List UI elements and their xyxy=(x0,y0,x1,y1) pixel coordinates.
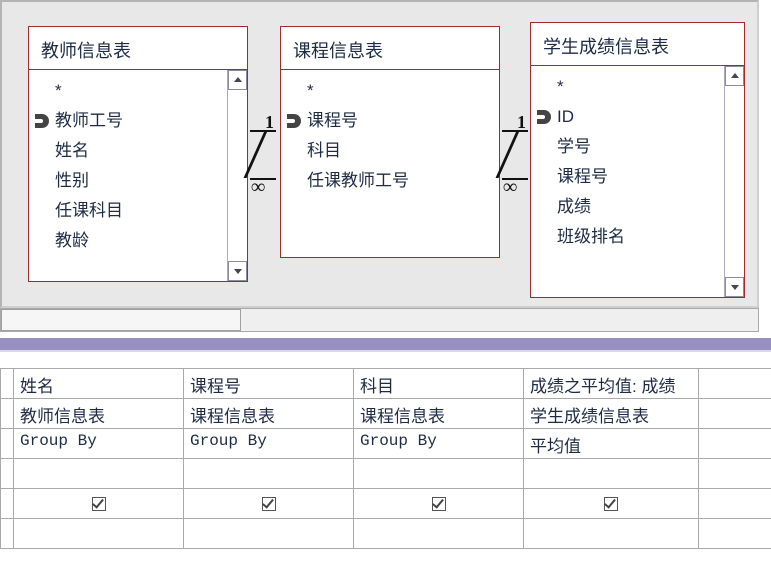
grid-cell-total[interactable]: Group By xyxy=(184,429,354,459)
show-checkbox[interactable] xyxy=(604,497,618,511)
relationship-link[interactable]: 1 ∞ xyxy=(250,114,276,194)
field[interactable]: ID xyxy=(557,102,726,132)
row-selector[interactable] xyxy=(0,399,14,429)
row-selector[interactable] xyxy=(0,369,14,399)
cardinality-many: ∞ xyxy=(502,178,528,194)
grid-cell-field[interactable]: 成绩之平均值: 成绩 xyxy=(524,369,699,399)
field[interactable]: 学号 xyxy=(557,132,726,162)
cardinality-one: 1 xyxy=(250,114,276,132)
show-checkbox[interactable] xyxy=(92,497,106,511)
row-selector[interactable] xyxy=(0,489,14,519)
row-selector[interactable] xyxy=(0,459,14,489)
show-checkbox[interactable] xyxy=(262,497,276,511)
grid-cell-field[interactable]: 课程号 xyxy=(184,369,354,399)
show-checkbox[interactable] xyxy=(432,497,446,511)
relationship-pane: 教师信息表 * 教师工号 姓名 性别 任课科目 教龄 课程信息表 xyxy=(0,0,759,308)
grid-cell-sort[interactable] xyxy=(524,459,699,489)
grid-cell-criteria[interactable] xyxy=(354,519,524,549)
grid-cell-total[interactable]: Group By xyxy=(354,429,524,459)
grid-cell[interactable] xyxy=(699,429,771,459)
grid-cell-table[interactable]: 课程信息表 xyxy=(184,399,354,429)
grid-cell-table[interactable]: 教师信息表 xyxy=(14,399,184,429)
table-score[interactable]: 学生成绩信息表 * ID 学号 课程号 成绩 班级排名 xyxy=(530,22,745,298)
grid-row-field: 姓名 课程号 科目 成绩之平均值: 成绩 xyxy=(0,369,771,399)
field-list: * ID 学号 课程号 成绩 班级排名 xyxy=(557,72,726,252)
grid-cell-show[interactable] xyxy=(524,489,699,519)
field[interactable]: 教师工号 xyxy=(55,106,229,136)
table-title: 学生成绩信息表 xyxy=(531,23,744,66)
field-star[interactable]: * xyxy=(557,72,726,102)
grid-cell-field[interactable]: 姓名 xyxy=(14,369,184,399)
field[interactable]: 任课教师工号 xyxy=(307,166,481,196)
field-list: * 教师工号 姓名 性别 任课科目 教龄 xyxy=(55,76,229,256)
query-design-grid: 姓名 课程号 科目 成绩之平均值: 成绩 教师信息表 课程信息表 课程信息表 学… xyxy=(0,368,771,549)
pane-separator[interactable] xyxy=(0,338,771,352)
field[interactable]: 教龄 xyxy=(55,226,229,256)
scrollbar[interactable] xyxy=(724,66,744,297)
grid-cell-table[interactable]: 学生成绩信息表 xyxy=(524,399,699,429)
table-teacher[interactable]: 教师信息表 * 教师工号 姓名 性别 任课科目 教龄 xyxy=(28,26,248,282)
grid-cell-show[interactable] xyxy=(184,489,354,519)
grid-row-table: 教师信息表 课程信息表 课程信息表 学生成绩信息表 xyxy=(0,399,771,429)
field-star[interactable]: * xyxy=(55,76,229,106)
field[interactable]: 性别 xyxy=(55,166,229,196)
table-course[interactable]: 课程信息表 * 课程号 科目 任课教师工号 xyxy=(280,26,500,258)
field[interactable]: 课程号 xyxy=(557,162,726,192)
grid-cell-field[interactable]: 科目 xyxy=(354,369,524,399)
grid-cell[interactable] xyxy=(699,519,771,549)
table-title: 课程信息表 xyxy=(281,27,499,70)
grid-cell-criteria[interactable] xyxy=(524,519,699,549)
table-title: 教师信息表 xyxy=(29,27,247,70)
row-selector[interactable] xyxy=(0,429,14,459)
scroll-up-icon[interactable] xyxy=(228,70,247,90)
relationship-link[interactable]: 1 ∞ xyxy=(502,114,528,194)
grid-cell[interactable] xyxy=(699,459,771,489)
grid-cell-sort[interactable] xyxy=(14,459,184,489)
grid-cell-criteria[interactable] xyxy=(184,519,354,549)
field-list: * 课程号 科目 任课教师工号 xyxy=(307,76,481,196)
field[interactable]: 姓名 xyxy=(55,136,229,166)
scroll-down-icon[interactable] xyxy=(228,261,247,281)
horizontal-scrollbar[interactable] xyxy=(0,308,759,332)
grid-cell[interactable] xyxy=(699,369,771,399)
scroll-up-icon[interactable] xyxy=(725,66,744,86)
grid-cell[interactable] xyxy=(699,399,771,429)
cardinality-many: ∞ xyxy=(250,178,276,194)
scrollbar-thumb[interactable] xyxy=(1,309,241,331)
grid-cell-total[interactable]: 平均值 xyxy=(524,429,699,459)
row-selector[interactable] xyxy=(0,519,14,549)
grid-cell-sort[interactable] xyxy=(184,459,354,489)
link-line-icon xyxy=(506,132,526,178)
grid-cell-total[interactable]: Group By xyxy=(14,429,184,459)
grid-cell-show[interactable] xyxy=(354,489,524,519)
grid-cell-criteria[interactable] xyxy=(14,519,184,549)
grid-row-criteria xyxy=(0,519,771,549)
grid-row-total: Group By Group By Group By 平均值 xyxy=(0,429,771,459)
grid-row-show xyxy=(0,489,771,519)
grid-cell-table[interactable]: 课程信息表 xyxy=(354,399,524,429)
field[interactable]: 成绩 xyxy=(557,192,726,222)
field-star[interactable]: * xyxy=(307,76,481,106)
cardinality-one: 1 xyxy=(502,114,528,132)
field[interactable]: 课程号 xyxy=(307,106,481,136)
grid-row-sort xyxy=(0,459,771,489)
scroll-down-icon[interactable] xyxy=(725,277,744,297)
grid-cell-show[interactable] xyxy=(14,489,184,519)
field[interactable]: 科目 xyxy=(307,136,481,166)
field[interactable]: 班级排名 xyxy=(557,222,726,252)
grid-cell[interactable] xyxy=(699,489,771,519)
grid-cell-sort[interactable] xyxy=(354,459,524,489)
field[interactable]: 任课科目 xyxy=(55,196,229,226)
link-line-icon xyxy=(254,132,274,178)
